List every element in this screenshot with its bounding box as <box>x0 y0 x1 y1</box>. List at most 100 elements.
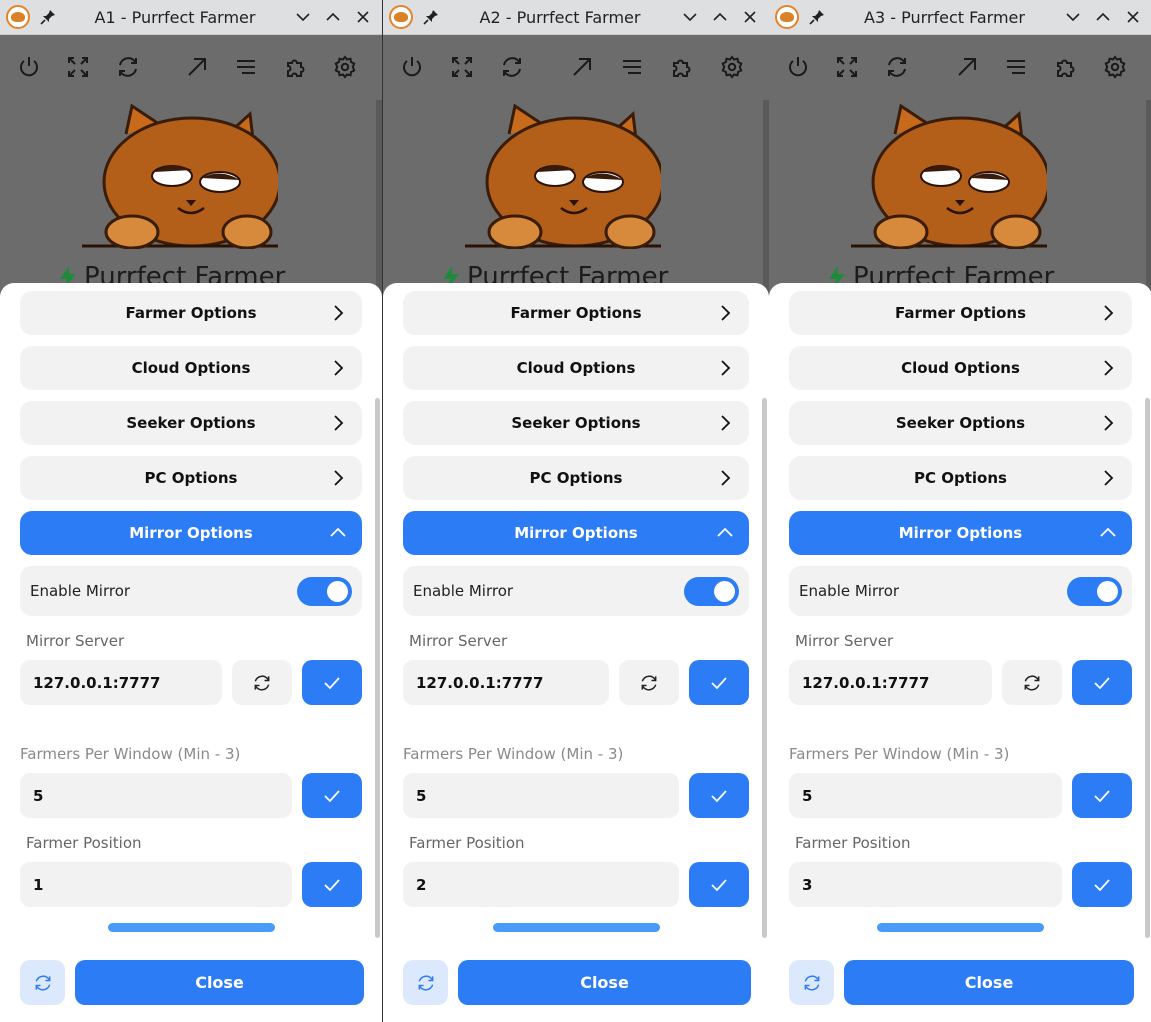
open-external-icon[interactable] <box>561 46 603 88</box>
menu-icon[interactable] <box>226 46 267 88</box>
fullscreen-icon[interactable] <box>441 46 483 88</box>
fullscreen-icon[interactable] <box>827 46 869 88</box>
mirror-server-save-button[interactable] <box>1072 660 1132 705</box>
reload-icon[interactable] <box>107 46 148 88</box>
titlebar[interactable]: A2 - Purrfect Farmer <box>383 0 769 35</box>
enable-mirror-toggle[interactable] <box>684 576 739 606</box>
close-button[interactable]: Close <box>75 960 364 1005</box>
section-cloud-options[interactable]: Cloud Options <box>789 346 1132 390</box>
mirror-server-save-button[interactable] <box>302 660 362 705</box>
farmer-position-input[interactable]: 3 <box>789 862 1062 907</box>
extension-icon[interactable] <box>275 46 316 88</box>
power-icon[interactable] <box>8 46 49 88</box>
enable-mirror-toggle[interactable] <box>297 576 352 606</box>
section-seeker-options[interactable]: Seeker Options <box>789 401 1132 445</box>
farmers-per-window-input[interactable]: 5 <box>789 773 1062 818</box>
section-seeker-options[interactable]: Seeker Options <box>403 401 749 445</box>
close-button[interactable]: Close <box>458 960 751 1005</box>
footer-refresh-button[interactable] <box>789 960 834 1005</box>
mirror-server-save-button[interactable] <box>689 660 749 705</box>
maximize-icon[interactable] <box>707 4 733 30</box>
toolbar <box>769 36 1151 98</box>
titlebar[interactable]: A3 - Purrfect Farmer <box>769 0 1151 35</box>
mirror-server-input[interactable]: 127.0.0.1:7777 <box>20 660 222 705</box>
farmer-position-input[interactable]: 2 <box>403 862 679 907</box>
reload-icon[interactable] <box>491 46 533 88</box>
mirror-server-reset-button[interactable] <box>232 660 292 705</box>
mirror-server-reset-button[interactable] <box>1002 660 1062 705</box>
power-icon[interactable] <box>777 46 819 88</box>
chevron-up-icon <box>330 527 346 537</box>
check-icon <box>1094 878 1110 891</box>
farmers-per-window-input[interactable]: 5 <box>403 773 679 818</box>
maximize-icon[interactable] <box>1090 4 1116 30</box>
chevron-right-icon <box>1104 360 1114 376</box>
check-icon <box>324 789 340 802</box>
pin-icon[interactable] <box>36 5 60 29</box>
window-title: A1 - Purrfect Farmer <box>94 7 256 27</box>
mirror-server-input[interactable]: 127.0.0.1:7777 <box>789 660 992 705</box>
fullscreen-icon[interactable] <box>57 46 98 88</box>
maximize-icon[interactable] <box>320 4 346 30</box>
section-farmer-options[interactable]: Farmer Options <box>403 291 749 335</box>
mirror-server-input[interactable]: 127.0.0.1:7777 <box>403 660 609 705</box>
mirror-server-label: Mirror Server <box>795 632 894 650</box>
mirror-server-label: Mirror Server <box>26 632 125 650</box>
section-mirror-options[interactable]: Mirror Options <box>20 511 362 555</box>
reload-icon[interactable] <box>876 46 918 88</box>
close-icon[interactable] <box>737 4 763 30</box>
progress-bar <box>877 923 1044 932</box>
close-icon[interactable] <box>350 4 376 30</box>
section-farmer-options[interactable]: Farmer Options <box>20 291 362 335</box>
settings-icon[interactable] <box>325 46 366 88</box>
extension-icon[interactable] <box>1045 46 1087 88</box>
close-button[interactable]: Close <box>844 960 1134 1005</box>
farmers-per-window-label: Farmers Per Window (Min - 3) <box>20 745 241 763</box>
panel-scrollbar[interactable] <box>1145 398 1150 938</box>
pin-icon[interactable] <box>419 5 443 29</box>
section-mirror-options[interactable]: Mirror Options <box>403 511 749 555</box>
farmer-position-save-button[interactable] <box>1072 862 1132 907</box>
farmer-position-save-button[interactable] <box>689 862 749 907</box>
menu-icon[interactable] <box>995 46 1037 88</box>
panel-scrollbar[interactable] <box>762 398 767 938</box>
footer-refresh-button[interactable] <box>20 960 65 1005</box>
minimize-icon[interactable] <box>1060 4 1086 30</box>
enable-mirror-label: Enable Mirror <box>413 582 514 600</box>
open-external-icon[interactable] <box>946 46 988 88</box>
mirror-server-label: Mirror Server <box>409 632 508 650</box>
open-external-icon[interactable] <box>176 46 217 88</box>
section-mirror-options[interactable]: Mirror Options <box>789 511 1132 555</box>
chevron-right-icon <box>721 415 731 431</box>
enable-mirror-label: Enable Mirror <box>799 582 900 600</box>
enable-mirror-toggle[interactable] <box>1067 576 1122 606</box>
mirror-server-reset-button[interactable] <box>619 660 679 705</box>
footer-refresh-button[interactable] <box>403 960 448 1005</box>
menu-icon[interactable] <box>611 46 653 88</box>
power-icon[interactable] <box>391 46 433 88</box>
farmers-per-window-save-button[interactable] <box>689 773 749 818</box>
settings-icon[interactable] <box>711 46 753 88</box>
extension-icon[interactable] <box>661 46 703 88</box>
section-pc-options[interactable]: PC Options <box>20 456 362 500</box>
pin-icon[interactable] <box>805 5 829 29</box>
close-icon[interactable] <box>1120 4 1146 30</box>
farmers-per-window-input[interactable]: 5 <box>20 773 292 818</box>
titlebar[interactable]: A1 - Purrfect Farmer <box>0 0 382 35</box>
settings-icon[interactable] <box>1094 46 1136 88</box>
section-cloud-options[interactable]: Cloud Options <box>403 346 749 390</box>
section-pc-options[interactable]: PC Options <box>789 456 1132 500</box>
section-pc-options[interactable]: PC Options <box>403 456 749 500</box>
window-title: A3 - Purrfect Farmer <box>864 7 1025 27</box>
farmer-position-input[interactable]: 1 <box>20 862 292 907</box>
toolbar <box>383 36 769 98</box>
farmers-per-window-save-button[interactable] <box>1072 773 1132 818</box>
farmers-per-window-save-button[interactable] <box>302 773 362 818</box>
farmer-position-save-button[interactable] <box>302 862 362 907</box>
section-cloud-options[interactable]: Cloud Options <box>20 346 362 390</box>
panel-scrollbar[interactable] <box>375 398 380 938</box>
section-seeker-options[interactable]: Seeker Options <box>20 401 362 445</box>
minimize-icon[interactable] <box>290 4 316 30</box>
section-farmer-options[interactable]: Farmer Options <box>789 291 1132 335</box>
minimize-icon[interactable] <box>677 4 703 30</box>
